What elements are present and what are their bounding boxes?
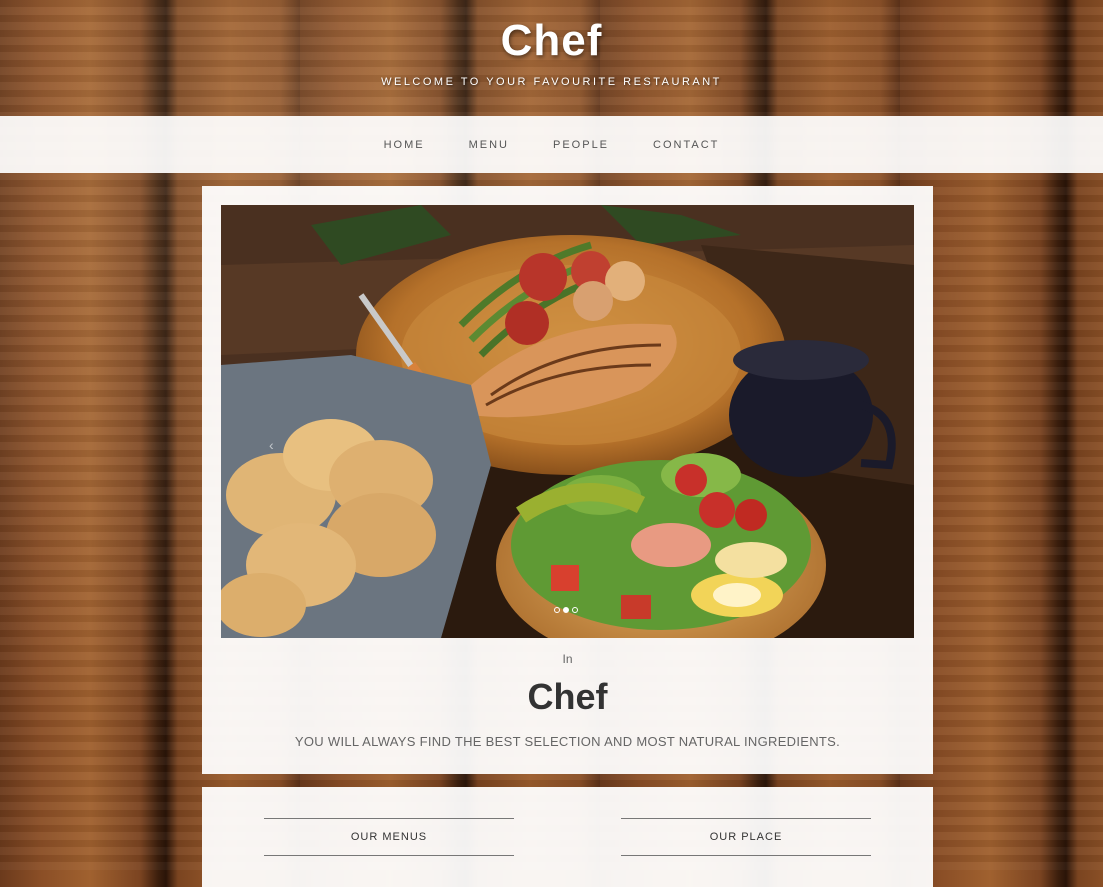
nav-item-people[interactable]: PEOPLE <box>531 139 631 151</box>
nav-item-home[interactable]: HOME <box>362 139 447 151</box>
slider-dots <box>554 607 578 613</box>
site-title[interactable]: Chef <box>0 16 1103 66</box>
slider-dot-active[interactable] <box>563 607 569 613</box>
nav-item-contact[interactable]: CONTACT <box>631 139 741 151</box>
our-place-tab[interactable]: OUR PLACE <box>621 818 871 856</box>
chevron-left-icon[interactable]: ‹ <box>269 437 274 453</box>
image-slider[interactable]: ‹ <box>221 205 914 638</box>
food-photo <box>221 205 914 638</box>
slider-dot[interactable] <box>572 607 578 613</box>
site-tagline: WELCOME TO YOUR FAVOURITE RESTAURANT <box>381 76 722 88</box>
nav-item-menu[interactable]: MENU <box>447 139 531 151</box>
our-menus-tab[interactable]: OUR MENUS <box>264 818 514 856</box>
intro-title: Chef <box>527 676 608 717</box>
sections-panel: OUR MENUS OUR PLACE <box>202 787 933 887</box>
main-navigation: HOME MENU PEOPLE CONTACT <box>0 116 1103 173</box>
site-header: Chef WELCOME TO YOUR FAVOURITE RESTAURAN… <box>0 0 1103 116</box>
intro-text: YOU WILL ALWAYS FIND THE BEST SELECTION … <box>294 734 841 749</box>
intro-eyebrow: In <box>562 652 573 666</box>
hero-panel: ‹ In Chef YOU WILL ALWAYS FIND THE BEST … <box>202 186 933 774</box>
slider-dot[interactable] <box>554 607 560 613</box>
